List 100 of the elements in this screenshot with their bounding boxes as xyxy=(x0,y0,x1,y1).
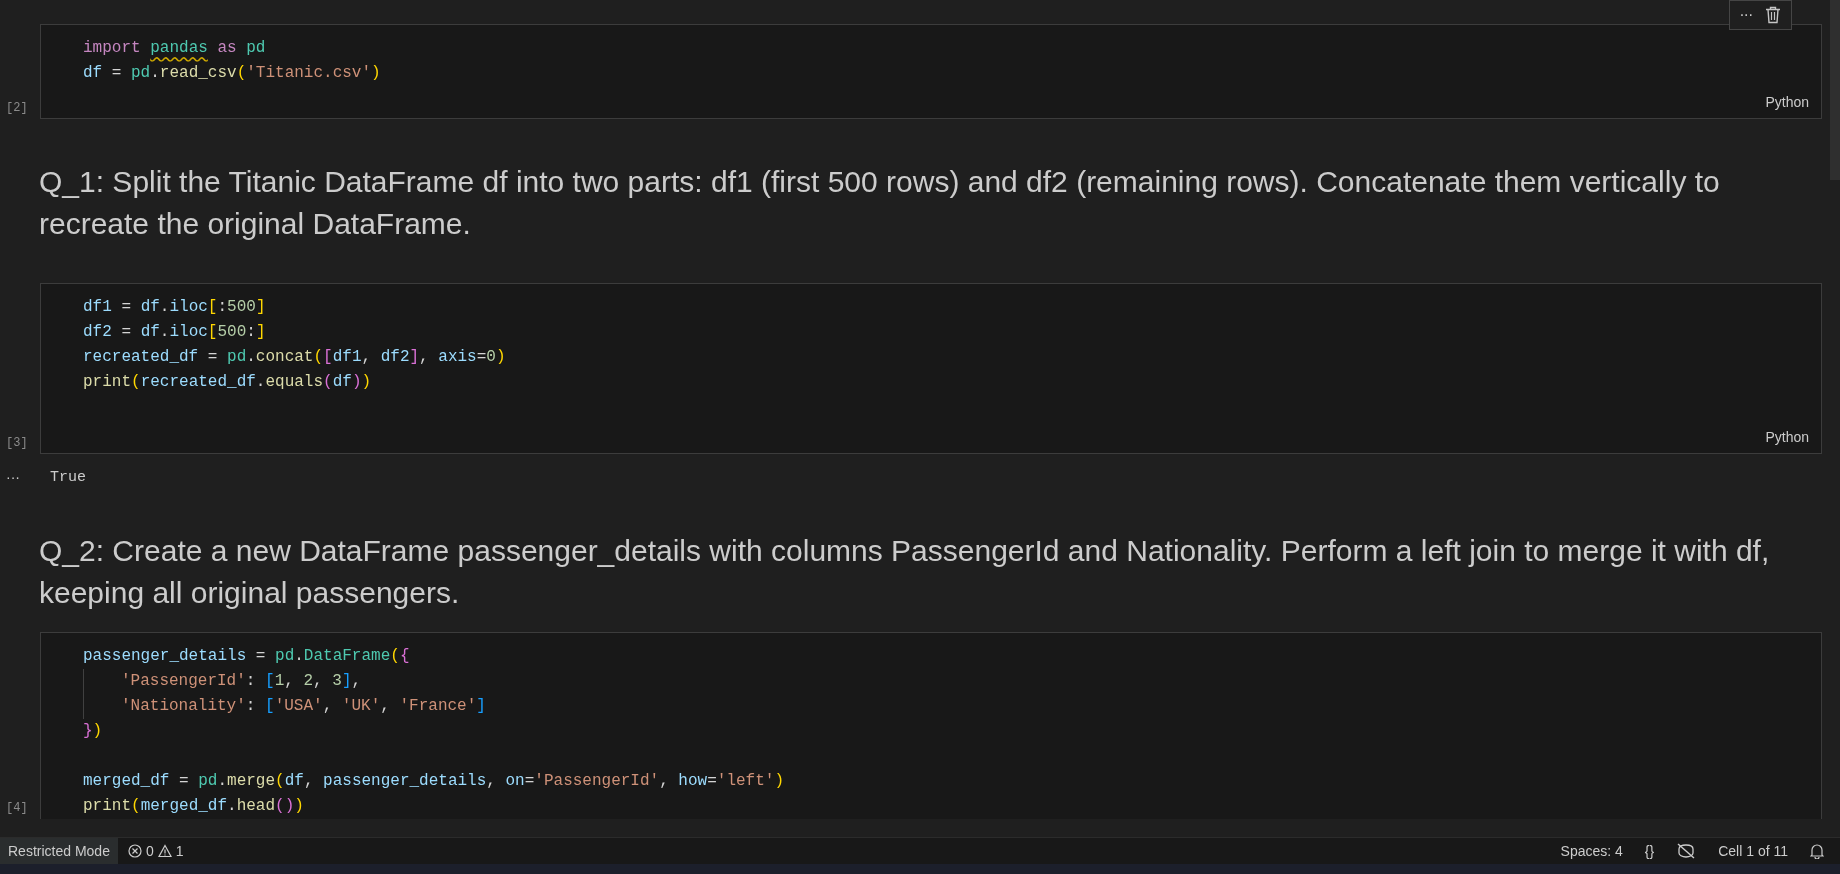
code-cell[interactable]: df1 = df.iloc[:500] df2 = df.iloc[500:] recreated_df = pd.concat([df1, df2], axis=0) print(recreated_df.equals(df)) Python xyxy=(40,283,1822,454)
code-token: , xyxy=(303,772,315,790)
warning-icon xyxy=(157,844,172,858)
restricted-mode[interactable]: Restricted Mode xyxy=(0,838,118,864)
code-token: ] xyxy=(255,298,266,316)
code-token: ) xyxy=(92,722,103,740)
code-token: , xyxy=(486,772,497,790)
code-token: df xyxy=(140,298,160,316)
code-token: merged_df xyxy=(140,797,228,815)
code-token: = xyxy=(120,323,132,341)
code-token: 'Titanic.csv' xyxy=(246,64,372,82)
code-token: , xyxy=(313,672,324,690)
code-token: equals xyxy=(265,373,324,391)
code-token: : xyxy=(217,298,228,316)
code-token: df xyxy=(83,64,103,82)
code-token: , xyxy=(322,697,334,715)
code-token: ) xyxy=(284,797,295,815)
code-token: } xyxy=(83,722,93,740)
warning-count: 1 xyxy=(175,843,184,859)
code-token: [ xyxy=(323,348,333,366)
code-token: 'PassengerId' xyxy=(121,672,246,690)
code-token: pd xyxy=(227,348,247,366)
code-token: = xyxy=(524,772,535,790)
code-token: pd xyxy=(275,647,295,665)
code-token: : xyxy=(245,672,257,690)
code-token: recreated_df xyxy=(83,348,199,366)
code-token: ] xyxy=(476,697,486,715)
code-token: df xyxy=(332,373,352,391)
code-token: iloc xyxy=(169,323,208,341)
notifications-icon[interactable] xyxy=(1810,843,1824,859)
output-menu[interactable]: ··· xyxy=(0,469,40,485)
code-token: ( xyxy=(323,373,333,391)
problems-indicator[interactable]: 0 1 xyxy=(117,843,194,859)
code-token: . xyxy=(294,647,304,665)
code-token: ] xyxy=(409,348,420,366)
code-token: = xyxy=(254,647,267,665)
code-token: : xyxy=(245,697,257,715)
code-token: 1 xyxy=(274,672,285,690)
code-token: 500 xyxy=(217,323,247,341)
code-token: 500 xyxy=(227,298,256,316)
language-label[interactable]: Python xyxy=(1765,429,1809,445)
code-token: print xyxy=(83,797,131,815)
code-token: [ xyxy=(207,323,218,341)
language-label[interactable]: Python xyxy=(1765,94,1809,110)
code-token: = xyxy=(206,348,219,366)
code-token: , xyxy=(361,348,373,366)
markdown-text: Q_2: Create a new DataFrame passenger_details with columns PassengerId and Nationality. Perform a left join to merge it with df, keeping all original passengers. xyxy=(38,533,1771,611)
code-token: df2 xyxy=(380,348,410,366)
code-token: head xyxy=(236,797,276,815)
code-token: on xyxy=(505,772,525,790)
code-token: ) xyxy=(495,348,506,366)
code-token: ) xyxy=(294,797,304,815)
code-token: 'UK' xyxy=(341,697,381,715)
code-token: ( xyxy=(131,797,141,815)
code-token: as xyxy=(216,39,238,57)
code-token: = xyxy=(476,348,487,366)
code-token: 'USA' xyxy=(274,697,323,715)
code-token: merge xyxy=(227,772,276,790)
error-count: 0 xyxy=(145,843,154,859)
code-token: df1 xyxy=(332,348,362,366)
code-token: axis xyxy=(438,348,477,366)
code-token: pd xyxy=(246,39,266,57)
delete-icon[interactable] xyxy=(1765,6,1781,24)
code-token: 'left' xyxy=(716,772,775,790)
indentation-setting[interactable]: Spaces: 4 xyxy=(1560,843,1623,859)
code-token: ] xyxy=(255,323,266,341)
execution-count: [4] xyxy=(5,801,28,815)
code-token: ( xyxy=(131,373,141,391)
more-actions-button[interactable]: ··· xyxy=(1739,7,1753,23)
code-token: , xyxy=(351,672,362,690)
code-cell[interactable]: passenger_details = pd.DataFrame({ 'PassengerId': [1, 2, 3], 'Nationality': ['USA', 'UK', 'France'] }) merged_df = pd.merge(df, passenger_details, on='PassengerId', how='left') print(merged_df.head()) xyxy=(40,632,1822,819)
code-token: recreated_df xyxy=(140,373,256,391)
code-token: 2 xyxy=(303,672,314,690)
code-token: ( xyxy=(236,64,247,82)
code-token: print xyxy=(83,373,131,391)
code-token: import xyxy=(83,39,142,57)
code-token: df2 xyxy=(83,323,112,341)
code-token: read_csv xyxy=(159,64,237,82)
code-token: . xyxy=(159,298,170,316)
code-token: DataFrame xyxy=(303,647,391,665)
code-token: ] xyxy=(341,672,352,690)
code-token: ( xyxy=(275,797,285,815)
code-token: [ xyxy=(265,697,275,715)
code-token: . xyxy=(150,64,160,82)
code-token: ) xyxy=(351,373,362,391)
code-token: 'PassengerId' xyxy=(534,772,660,790)
code-token: . xyxy=(217,772,228,790)
code-token: 'France' xyxy=(399,697,477,715)
code-token: pd xyxy=(131,64,151,82)
cell-position[interactable]: Cell 1 of 11 xyxy=(1718,843,1788,859)
code-token: = xyxy=(110,64,123,82)
cell-output: True xyxy=(49,468,86,486)
code-cell[interactable]: import pandas as pd df = pd.read_csv('Titanic.csv') Python xyxy=(40,24,1822,119)
code-token: merged_df xyxy=(83,772,170,790)
error-icon xyxy=(127,844,142,858)
code-token: pd xyxy=(198,772,218,790)
code-token: { xyxy=(399,647,410,665)
language-mode[interactable]: {} xyxy=(1644,843,1655,859)
code-token: : xyxy=(246,323,256,341)
code-token: 3 xyxy=(332,672,342,690)
